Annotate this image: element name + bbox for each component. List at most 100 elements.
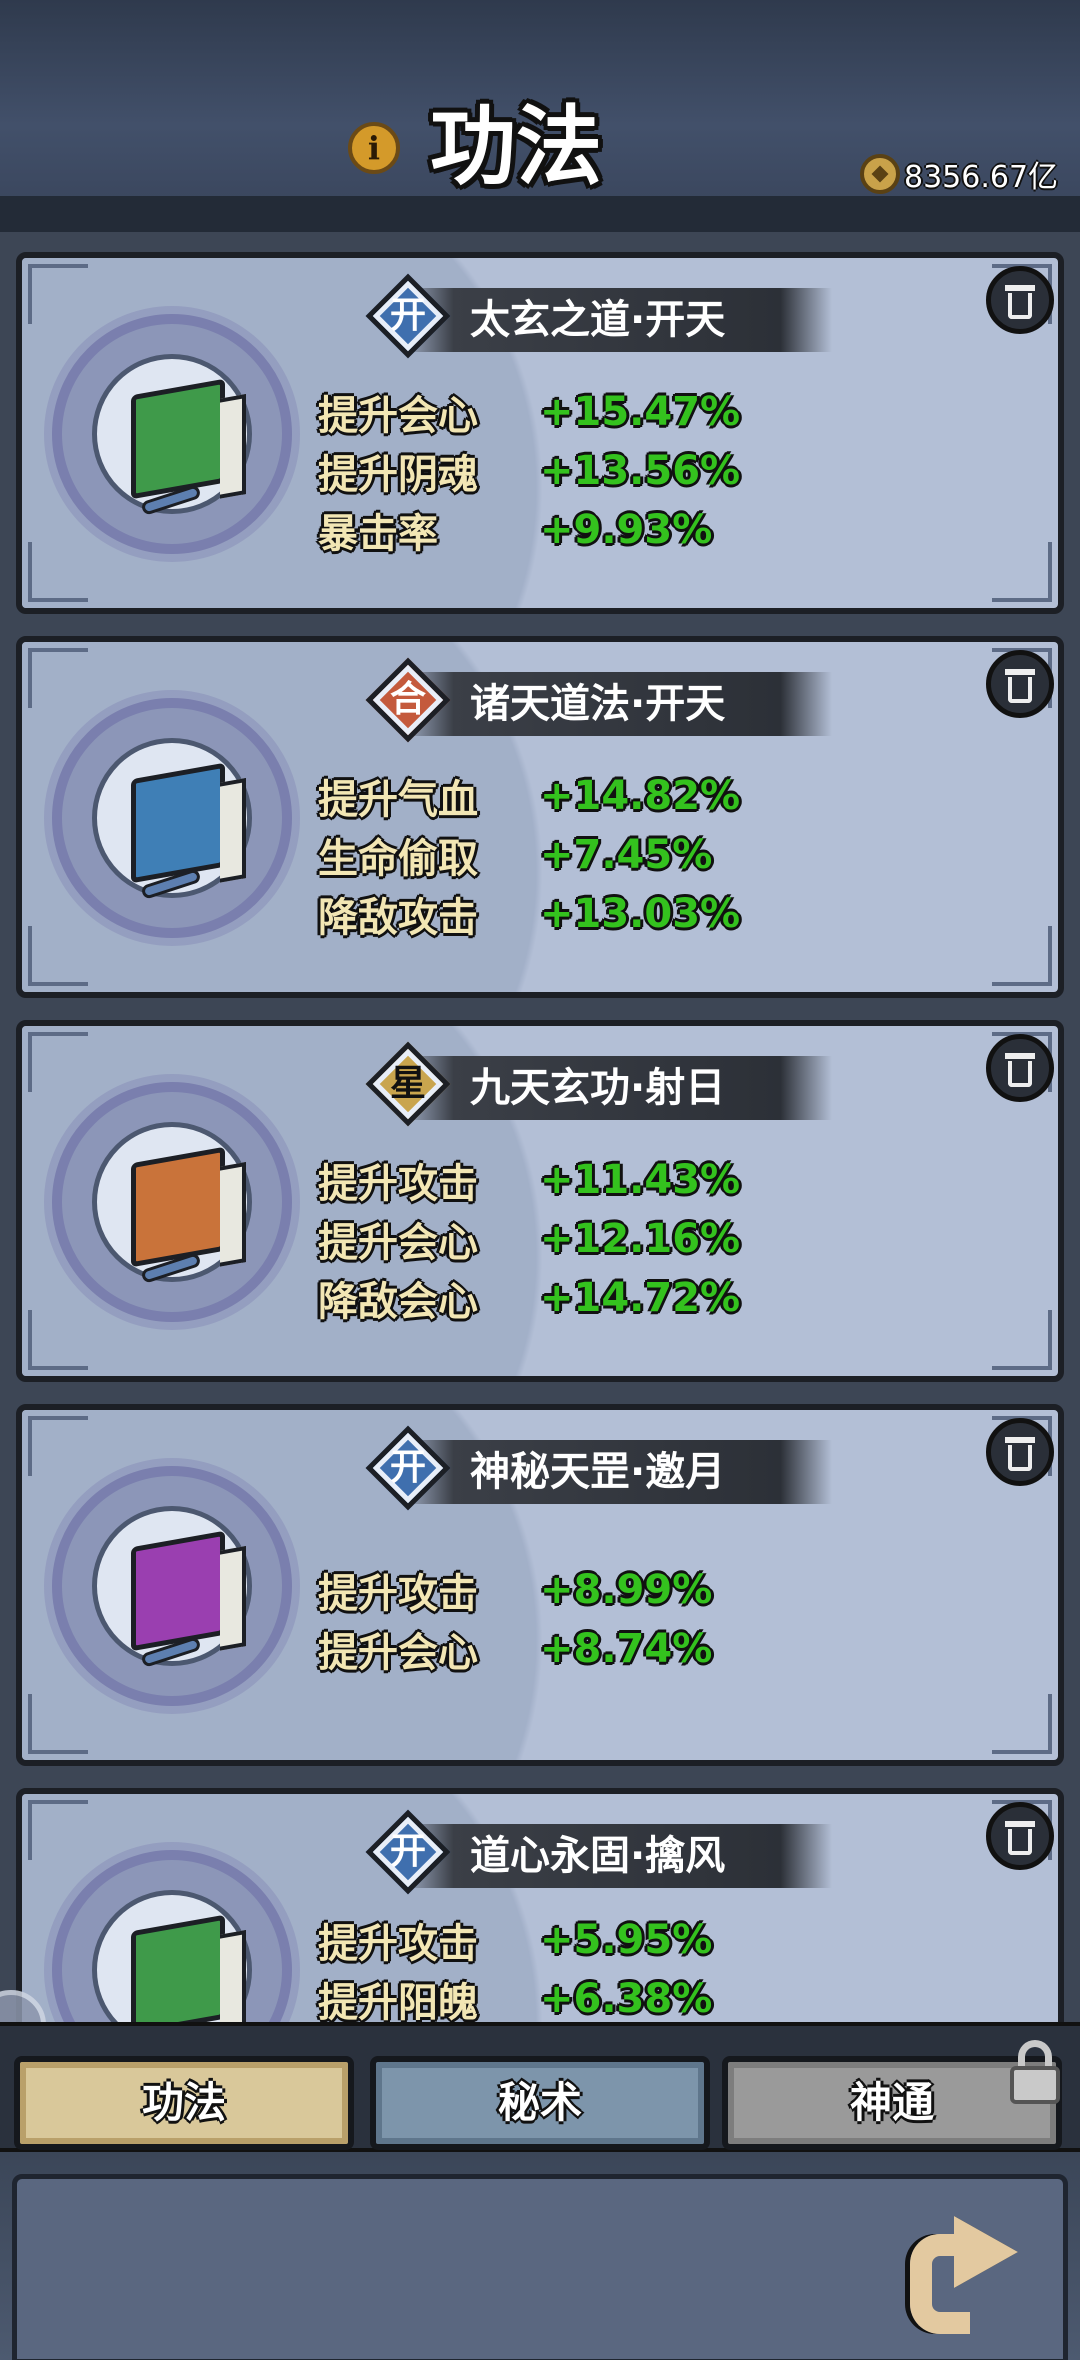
delete-button[interactable] xyxy=(986,1802,1054,1870)
trash-icon xyxy=(1005,1053,1035,1059)
stat-label: 生命偷取 xyxy=(318,835,478,882)
skill-name: 九天玄功·射日 xyxy=(470,1065,726,1111)
stat-row: 降敌会心 +14.72% xyxy=(318,1268,878,1327)
corner-ornament xyxy=(992,926,1052,986)
corner-ornament xyxy=(28,1694,88,1754)
info-icon[interactable]: i xyxy=(348,122,400,174)
stat-value: +5.95% xyxy=(540,1916,713,1963)
stat-label: 提升会心 xyxy=(318,1219,478,1266)
grade-label: 开 xyxy=(389,295,426,336)
trash-icon xyxy=(1005,1821,1035,1827)
stat-row: 提升会心 +12.16% xyxy=(318,1209,878,1268)
grade-label: 合 xyxy=(389,679,426,720)
trash-icon xyxy=(1005,285,1035,291)
skill-card[interactable]: 开 道心永固·擒风 提升攻击 +5.95% 提升阳魄 +6.38% xyxy=(16,1788,1064,2022)
trash-icon xyxy=(1005,1437,1035,1443)
corner-ornament xyxy=(992,1694,1052,1754)
stat-value: +9.93% xyxy=(540,506,713,553)
header-divider xyxy=(0,196,1080,232)
corner-ornament xyxy=(28,1800,88,1860)
corner-ornament xyxy=(28,926,88,986)
tab-mishu[interactable]: 秘术 xyxy=(370,2056,710,2150)
grade-label: 开 xyxy=(389,1831,426,1872)
corner-ornament xyxy=(28,1310,88,1370)
green-book-icon xyxy=(131,378,225,500)
green-book-icon xyxy=(131,1914,225,2022)
page-title: 功法 xyxy=(430,97,602,197)
corner-ornament xyxy=(992,542,1052,602)
stat-label: 提升气血 xyxy=(318,776,478,823)
stat-list: 提升气血 +14.82% 生命偷取 +7.45% 降敌攻击 +13.03% xyxy=(318,766,878,943)
stat-value: +13.03% xyxy=(540,890,741,937)
grade-badge: 星 xyxy=(362,1038,454,1130)
stat-row: 生命偷取 +7.45% xyxy=(318,825,878,884)
stat-list: 提升会心 +15.47% 提升阴魂 +13.56% 暴击率 +9.93% xyxy=(318,382,878,559)
stat-row: 提升会心 +15.47% xyxy=(318,382,878,441)
book-frame xyxy=(52,1850,292,2022)
orange-book-icon xyxy=(131,1146,225,1268)
skill-card[interactable]: 开 神秘天罡·邀月 提升攻击 +8.99% 提升会心 +8.74% xyxy=(16,1404,1064,1766)
book-frame xyxy=(52,314,292,554)
stat-row: 降敌攻击 +13.03% xyxy=(318,884,878,943)
tab-bar: 功法 秘术 神通 xyxy=(0,2022,1080,2152)
grade-badge: 开 xyxy=(362,1422,454,1514)
stat-row: 提升气血 +14.82% xyxy=(318,766,878,825)
skill-card[interactable]: 开 太玄之道·开天 提升会心 +15.47% 提升阴魂 +13.56% 暴击率 … xyxy=(16,252,1064,614)
coin-icon xyxy=(860,154,900,194)
stat-value: +11.43% xyxy=(540,1156,741,1203)
stat-row: 提升攻击 +11.43% xyxy=(318,1150,878,1209)
delete-button[interactable] xyxy=(986,1034,1054,1102)
blue-book-icon xyxy=(131,762,225,884)
stat-row: 暴击率 +9.93% xyxy=(318,500,878,559)
delete-button[interactable] xyxy=(986,266,1054,334)
stat-row: 提升阳魄 +6.38% xyxy=(318,1969,878,2023)
delete-button[interactable] xyxy=(986,1418,1054,1486)
trash-icon xyxy=(1005,669,1035,675)
stat-label: 提升阳魄 xyxy=(318,1979,478,2023)
stat-value: +8.74% xyxy=(540,1625,713,1672)
skill-name: 太玄之道·开天 xyxy=(470,297,726,343)
stat-list: 提升攻击 +11.43% 提升会心 +12.16% 降敌会心 +14.72% xyxy=(318,1150,878,1327)
purple-book-icon xyxy=(131,1530,225,1652)
stat-value: +7.45% xyxy=(540,831,713,878)
stat-label: 提升阴魂 xyxy=(318,451,478,498)
skill-card[interactable]: 星 九天玄功·射日 提升攻击 +11.43% 提升会心 +12.16% 降敌会心… xyxy=(16,1020,1064,1382)
book-frame xyxy=(52,1082,292,1322)
stat-label: 提升攻击 xyxy=(318,1570,478,1617)
currency-amount: 8356.67亿 xyxy=(904,160,1059,195)
stat-label: 降敌会心 xyxy=(318,1278,478,1325)
grade-label: 开 xyxy=(389,1447,426,1488)
stat-label: 提升攻击 xyxy=(318,1160,478,1207)
stat-row: 提升攻击 +8.99% xyxy=(318,1560,878,1619)
grade-badge: 开 xyxy=(362,1806,454,1898)
book-frame xyxy=(52,1466,292,1706)
tab-gongfa[interactable]: 功法 xyxy=(14,2056,354,2150)
skill-list[interactable]: 开 太玄之道·开天 提升会心 +15.47% 提升阴魂 +13.56% 暴击率 … xyxy=(0,232,1080,2022)
stat-label: 降敌攻击 xyxy=(318,894,478,941)
skill-name: 神秘天罡·邀月 xyxy=(470,1449,726,1495)
corner-ornament xyxy=(28,542,88,602)
stat-list: 提升攻击 +8.99% 提升会心 +8.74% xyxy=(318,1560,878,1678)
stat-value: +13.56% xyxy=(540,447,741,494)
stat-value: +8.99% xyxy=(540,1566,713,1613)
stat-label: 提升攻击 xyxy=(318,1920,478,1967)
stat-list: 提升攻击 +5.95% 提升阳魄 +6.38% xyxy=(318,1910,878,2023)
stat-row: 提升会心 +8.74% xyxy=(318,1619,878,1678)
grade-badge: 开 xyxy=(362,270,454,362)
corner-ornament xyxy=(28,1032,88,1092)
corner-ornament xyxy=(28,648,88,708)
delete-button[interactable] xyxy=(986,650,1054,718)
stat-label: 暴击率 xyxy=(318,510,438,557)
stat-value: +14.72% xyxy=(540,1274,741,1321)
grade-badge: 合 xyxy=(362,654,454,746)
corner-ornament xyxy=(28,264,88,324)
stat-value: +12.16% xyxy=(540,1215,741,1262)
skill-name: 道心永固·擒风 xyxy=(470,1833,726,1879)
book-frame xyxy=(52,698,292,938)
back-button[interactable] xyxy=(900,2210,1030,2350)
skill-card[interactable]: 合 诸天道法·开天 提升气血 +14.82% 生命偷取 +7.45% 降敌攻击 … xyxy=(16,636,1064,998)
header: i 功法 8356.67亿 xyxy=(0,0,1080,215)
grade-label: 星 xyxy=(389,1063,426,1104)
stat-row: 提升攻击 +5.95% xyxy=(318,1910,878,1969)
corner-ornament xyxy=(992,1310,1052,1370)
